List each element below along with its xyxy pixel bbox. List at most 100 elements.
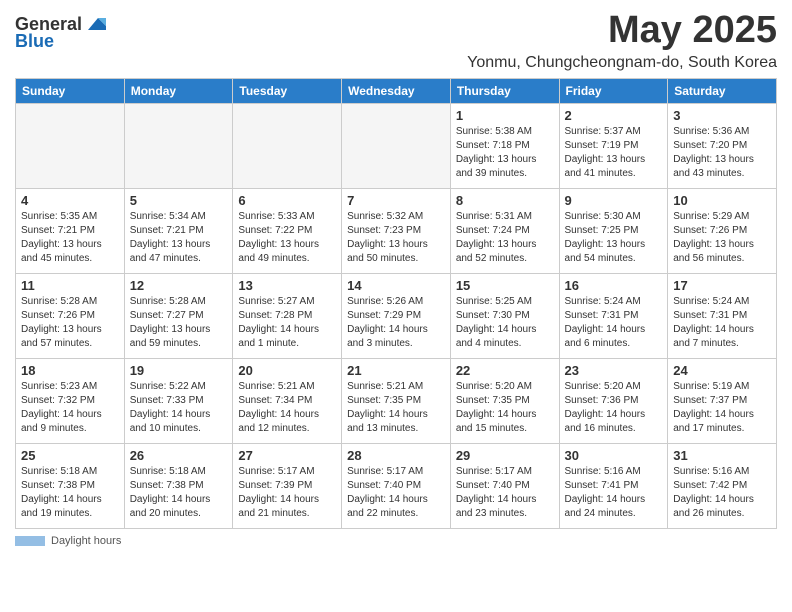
col-monday: Monday	[124, 78, 233, 103]
day-info: Sunrise: 5:16 AM Sunset: 7:41 PM Dayligh…	[565, 465, 663, 521]
day-number: 23	[565, 363, 663, 378]
table-row: 28 Sunrise: 5:17 AM Sunset: 7:40 PM Dayli…	[342, 443, 451, 528]
table-row: 19 Sunrise: 5:22 AM Sunset: 7:33 PM Dayli…	[124, 358, 233, 443]
month-title: May 2025	[467, 10, 777, 52]
day-info: Sunrise: 5:22 AM Sunset: 7:33 PM Dayligh…	[130, 380, 228, 436]
calendar-week-row: 1 Sunrise: 5:38 AM Sunset: 7:18 PM Daylig…	[16, 103, 777, 188]
col-wednesday: Wednesday	[342, 78, 451, 103]
day-info: Sunrise: 5:17 AM Sunset: 7:40 PM Dayligh…	[456, 465, 554, 521]
table-row: 30 Sunrise: 5:16 AM Sunset: 7:41 PM Dayli…	[559, 443, 668, 528]
table-row: 10Sunrise: 5:29 AM Sunset: 7:26 PM Dayli…	[668, 188, 777, 273]
day-info: Sunrise: 5:37 AM Sunset: 7:19 PM Dayligh…	[565, 125, 663, 181]
day-number: 25	[21, 448, 119, 463]
day-info: Sunrise: 5:30 AM Sunset: 7:25 PM Dayligh…	[565, 210, 663, 266]
day-info: Sunrise: 5:35 AM Sunset: 7:21 PM Dayligh…	[21, 210, 119, 266]
table-row: 17Sunrise: 5:24 AM Sunset: 7:31 PM Dayli…	[668, 273, 777, 358]
table-row: 25Sunrise: 5:18 AM Sunset: 7:38 PM Dayli…	[16, 443, 125, 528]
day-info: Sunrise: 5:38 AM Sunset: 7:18 PM Dayligh…	[456, 125, 554, 181]
day-number: 9	[565, 193, 663, 208]
day-info: Sunrise: 5:20 AM Sunset: 7:35 PM Dayligh…	[456, 380, 554, 436]
table-row: 23 Sunrise: 5:20 AM Sunset: 7:36 PM Dayli…	[559, 358, 668, 443]
day-info: Sunrise: 5:20 AM Sunset: 7:36 PM Dayligh…	[565, 380, 663, 436]
col-friday: Friday	[559, 78, 668, 103]
title-area: May 2025 Yonmu, Chungcheongnam-do, South…	[467, 10, 777, 72]
day-info: Sunrise: 5:32 AM Sunset: 7:23 PM Dayligh…	[347, 210, 445, 266]
day-number: 1	[456, 108, 554, 123]
table-row: 31 Sunrise: 5:16 AM Sunset: 7:42 PM Dayli…	[668, 443, 777, 528]
calendar-week-row: 11Sunrise: 5:28 AM Sunset: 7:26 PM Dayli…	[16, 273, 777, 358]
table-row: 12 Sunrise: 5:28 AM Sunset: 7:27 PM Dayli…	[124, 273, 233, 358]
day-number: 22	[456, 363, 554, 378]
col-saturday: Saturday	[668, 78, 777, 103]
day-number: 30	[565, 448, 663, 463]
day-number: 18	[21, 363, 119, 378]
day-info: Sunrise: 5:16 AM Sunset: 7:42 PM Dayligh…	[673, 465, 771, 521]
day-info: Sunrise: 5:19 AM Sunset: 7:37 PM Dayligh…	[673, 380, 771, 436]
day-info: Sunrise: 5:23 AM Sunset: 7:32 PM Dayligh…	[21, 380, 119, 436]
day-info: Sunrise: 5:21 AM Sunset: 7:35 PM Dayligh…	[347, 380, 445, 436]
table-row: 18 Sunrise: 5:23 AM Sunset: 7:32 PM Dayli…	[16, 358, 125, 443]
logo: General Blue	[15, 10, 106, 52]
calendar-week-row: 18 Sunrise: 5:23 AM Sunset: 7:32 PM Dayli…	[16, 358, 777, 443]
day-number: 14	[347, 278, 445, 293]
day-number: 17	[673, 278, 771, 293]
day-number: 31	[673, 448, 771, 463]
day-info: Sunrise: 5:31 AM Sunset: 7:24 PM Dayligh…	[456, 210, 554, 266]
table-row: 14 Sunrise: 5:26 AM Sunset: 7:29 PM Dayli…	[342, 273, 451, 358]
day-info: Sunrise: 5:27 AM Sunset: 7:28 PM Dayligh…	[238, 295, 336, 351]
day-number: 8	[456, 193, 554, 208]
day-number: 7	[347, 193, 445, 208]
table-row: 16 Sunrise: 5:24 AM Sunset: 7:31 PM Dayli…	[559, 273, 668, 358]
calendar-week-row: 25Sunrise: 5:18 AM Sunset: 7:38 PM Dayli…	[16, 443, 777, 528]
day-number: 12	[130, 278, 228, 293]
day-info: Sunrise: 5:25 AM Sunset: 7:30 PM Dayligh…	[456, 295, 554, 351]
day-number: 29	[456, 448, 554, 463]
footer-bar-icon	[15, 536, 45, 546]
calendar-table: Sunday Monday Tuesday Wednesday Thursday…	[15, 78, 777, 529]
table-row: 2 Sunrise: 5:37 AM Sunset: 7:19 PM Daylig…	[559, 103, 668, 188]
table-row: 3 Sunrise: 5:36 AM Sunset: 7:20 PM Daylig…	[668, 103, 777, 188]
logo-icon	[84, 16, 106, 34]
day-info: Sunrise: 5:36 AM Sunset: 7:20 PM Dayligh…	[673, 125, 771, 181]
col-thursday: Thursday	[450, 78, 559, 103]
day-number: 16	[565, 278, 663, 293]
day-number: 3	[673, 108, 771, 123]
table-row: 1 Sunrise: 5:38 AM Sunset: 7:18 PM Daylig…	[450, 103, 559, 188]
table-row: 27Sunrise: 5:17 AM Sunset: 7:39 PM Dayli…	[233, 443, 342, 528]
day-number: 2	[565, 108, 663, 123]
day-info: Sunrise: 5:29 AM Sunset: 7:26 PM Dayligh…	[673, 210, 771, 266]
table-row	[233, 103, 342, 188]
day-info: Sunrise: 5:17 AM Sunset: 7:40 PM Dayligh…	[347, 465, 445, 521]
table-row: 11Sunrise: 5:28 AM Sunset: 7:26 PM Dayli…	[16, 273, 125, 358]
footer-label: Daylight hours	[51, 535, 121, 547]
day-info: Sunrise: 5:17 AM Sunset: 7:39 PM Dayligh…	[238, 465, 336, 521]
day-info: Sunrise: 5:28 AM Sunset: 7:27 PM Dayligh…	[130, 295, 228, 351]
header: General Blue May 2025 Yonmu, Chungcheong…	[15, 10, 777, 72]
day-number: 24	[673, 363, 771, 378]
table-row	[342, 103, 451, 188]
col-tuesday: Tuesday	[233, 78, 342, 103]
logo-blue: Blue	[15, 31, 54, 52]
table-row: 8 Sunrise: 5:31 AM Sunset: 7:24 PM Daylig…	[450, 188, 559, 273]
table-row	[16, 103, 125, 188]
day-info: Sunrise: 5:33 AM Sunset: 7:22 PM Dayligh…	[238, 210, 336, 266]
table-row: 26Sunrise: 5:18 AM Sunset: 7:38 PM Dayli…	[124, 443, 233, 528]
day-info: Sunrise: 5:24 AM Sunset: 7:31 PM Dayligh…	[565, 295, 663, 351]
day-number: 28	[347, 448, 445, 463]
day-number: 15	[456, 278, 554, 293]
table-row: 29 Sunrise: 5:17 AM Sunset: 7:40 PM Dayli…	[450, 443, 559, 528]
day-number: 11	[21, 278, 119, 293]
day-number: 26	[130, 448, 228, 463]
calendar-week-row: 4 Sunrise: 5:35 AM Sunset: 7:21 PM Daylig…	[16, 188, 777, 273]
table-row: 22 Sunrise: 5:20 AM Sunset: 7:35 PM Dayli…	[450, 358, 559, 443]
day-number: 5	[130, 193, 228, 208]
table-row: 15 Sunrise: 5:25 AM Sunset: 7:30 PM Dayli…	[450, 273, 559, 358]
day-number: 19	[130, 363, 228, 378]
day-number: 4	[21, 193, 119, 208]
day-info: Sunrise: 5:34 AM Sunset: 7:21 PM Dayligh…	[130, 210, 228, 266]
day-info: Sunrise: 5:26 AM Sunset: 7:29 PM Dayligh…	[347, 295, 445, 351]
table-row: 4 Sunrise: 5:35 AM Sunset: 7:21 PM Daylig…	[16, 188, 125, 273]
header-row: Sunday Monday Tuesday Wednesday Thursday…	[16, 78, 777, 103]
table-row: 21Sunrise: 5:21 AM Sunset: 7:35 PM Dayli…	[342, 358, 451, 443]
day-info: Sunrise: 5:21 AM Sunset: 7:34 PM Dayligh…	[238, 380, 336, 436]
